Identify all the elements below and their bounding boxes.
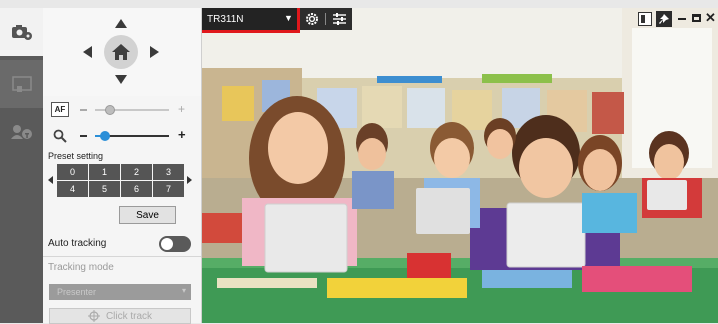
click-track-label: Click track xyxy=(105,310,153,322)
video-toolbar: TR311N ▼ xyxy=(202,8,352,33)
toolbar-separator xyxy=(325,13,326,25)
magnifier-icon xyxy=(53,129,67,143)
layout-button[interactable] xyxy=(638,12,652,26)
ptz-control xyxy=(43,8,201,97)
zoom-slider-knob[interactable] xyxy=(100,131,110,141)
tracking-mode-label: Tracking mode xyxy=(48,262,114,273)
divider xyxy=(43,256,201,257)
camera-settings-tab[interactable] xyxy=(0,8,43,56)
voice-tracking-icon xyxy=(10,125,32,139)
save-preset-button[interactable]: Save xyxy=(119,206,176,224)
target-icon xyxy=(87,310,100,322)
auto-tracking-toggle[interactable] xyxy=(159,236,191,252)
preset-slot-5[interactable]: 5 xyxy=(89,181,120,197)
preset-grid: 0 1 2 3 4 5 6 7 xyxy=(57,164,184,197)
pin-icon xyxy=(659,14,669,24)
window-controls: ✕ xyxy=(638,8,718,30)
gear-icon xyxy=(306,13,318,25)
chevron-down-icon: ▾ xyxy=(181,286,186,295)
preset-screen-icon xyxy=(11,76,32,92)
focus-slider-knob[interactable] xyxy=(105,105,115,115)
pin-button[interactable] xyxy=(656,11,672,27)
tracking-mode-value: Presenter xyxy=(57,287,97,297)
pan-left-arrow-icon[interactable] xyxy=(83,46,92,58)
preset-slot-1[interactable]: 1 xyxy=(89,164,120,180)
tracking-section: Auto tracking Tracking mode Presenter ▾ … xyxy=(43,232,201,324)
home-icon xyxy=(112,44,130,60)
pan-down-arrow-icon[interactable] xyxy=(115,75,127,84)
pan-up-arrow-icon[interactable] xyxy=(115,19,127,28)
focus-zoom-controls: AF + + xyxy=(43,96,201,149)
minimize-icon[interactable] xyxy=(678,18,686,20)
zoom-plus-icon[interactable]: + xyxy=(178,128,186,141)
af-button[interactable]: AF xyxy=(51,102,69,117)
pan-right-arrow-icon[interactable] xyxy=(150,46,159,58)
toggle-knob xyxy=(161,238,173,250)
preset-slot-0[interactable]: 0 xyxy=(57,164,88,180)
left-icon-rail xyxy=(0,8,43,323)
close-icon[interactable]: ✕ xyxy=(705,11,716,25)
focus-minus-icon[interactable] xyxy=(80,109,87,111)
zoom-minus-icon[interactable] xyxy=(80,135,87,137)
preset-slot-3[interactable]: 3 xyxy=(153,164,184,180)
app-window: AF + + Preset setting 0 1 2 3 4 5 6 7 Sa… xyxy=(0,0,718,324)
adjust-button[interactable] xyxy=(328,8,350,30)
maximize-icon[interactable] xyxy=(692,14,701,22)
classroom-video-frame xyxy=(202,8,718,323)
auto-tracking-label: Auto tracking xyxy=(48,238,107,249)
gear-button[interactable] xyxy=(302,8,322,30)
af-icon: AF xyxy=(54,105,66,114)
preset-slot-2[interactable]: 2 xyxy=(121,164,152,180)
layout-icon xyxy=(641,15,645,23)
click-track-button[interactable]: Click track xyxy=(49,308,191,324)
camera-settings-icon xyxy=(11,25,32,40)
control-panel: AF + + Preset setting 0 1 2 3 4 5 6 7 Sa… xyxy=(43,8,202,324)
preset-prev-arrow-icon[interactable] xyxy=(48,176,53,184)
preset-screen-tab[interactable] xyxy=(0,60,43,108)
preset-slot-7[interactable]: 7 xyxy=(153,181,184,197)
preset-section: Preset setting 0 1 2 3 4 5 6 7 Save xyxy=(43,148,201,233)
device-select-highlight xyxy=(202,8,300,33)
voice-tracking-tab[interactable] xyxy=(0,108,43,156)
video-preview[interactable]: TR311N ▼ ✕ xyxy=(202,8,718,323)
tracking-mode-select[interactable]: Presenter ▾ xyxy=(49,284,191,300)
focus-plus-icon[interactable]: + xyxy=(178,103,185,115)
preset-slot-4[interactable]: 4 xyxy=(57,181,88,197)
preset-slot-6[interactable]: 6 xyxy=(121,181,152,197)
preset-next-arrow-icon[interactable] xyxy=(187,176,192,184)
preset-title: Preset setting xyxy=(48,151,104,161)
home-button[interactable] xyxy=(104,35,138,69)
adjust-icon xyxy=(333,13,346,25)
